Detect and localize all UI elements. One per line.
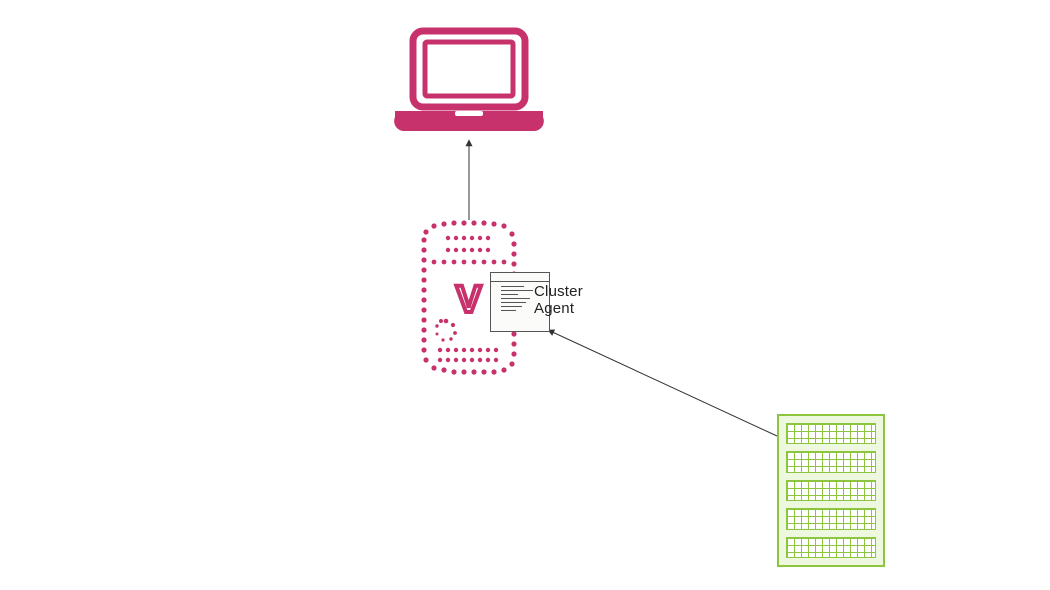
connector-rack-to-agent (548, 330, 777, 436)
rack-unit (786, 480, 876, 501)
script-window-titlebar (491, 273, 549, 282)
agent-label: Cluster Agent (534, 283, 583, 317)
laptop-icon (385, 25, 553, 137)
rack-unit (786, 508, 876, 529)
rack-unit (786, 537, 876, 558)
agent-label-line1: Cluster (534, 283, 583, 300)
server-rack-icon (777, 414, 885, 567)
rack-unit (786, 423, 876, 444)
agent-label-line2: Agent (534, 300, 574, 317)
svg-text:V: V (456, 279, 482, 321)
rack-unit (786, 451, 876, 472)
